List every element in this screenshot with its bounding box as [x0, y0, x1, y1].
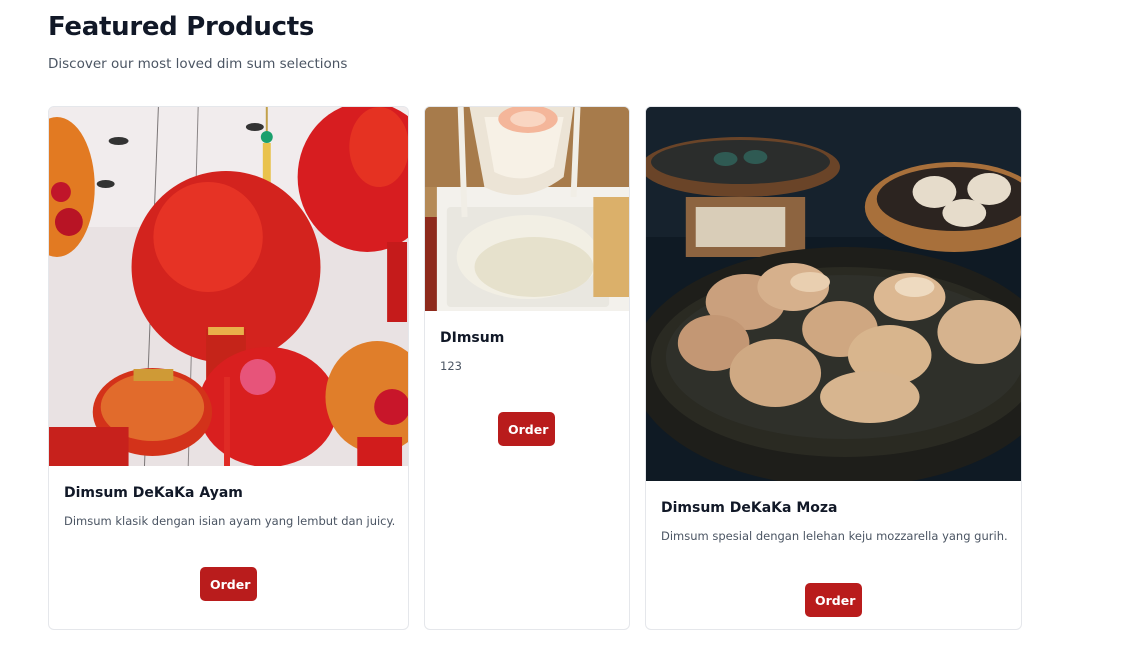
product-name: Dimsum DeKaKa Ayam: [64, 485, 243, 501]
order-button[interactable]: Order: [200, 567, 257, 601]
product-card: Dimsum DeKaKa Ayam Dimsum klasik dengan …: [48, 106, 409, 630]
product-image-dimsum-sauce: [425, 107, 629, 311]
product-image-lanterns: [49, 107, 408, 466]
product-name: DImsum: [440, 330, 505, 346]
section-subtitle: Discover our most loved dim sum selectio…: [48, 56, 348, 72]
product-description: Dimsum spesial dengan lelehan keju mozza…: [661, 529, 1008, 543]
product-description: 123: [440, 359, 462, 373]
order-button[interactable]: Order: [805, 583, 862, 617]
product-image-dumplings-steamer: [646, 107, 1021, 481]
product-card: DImsum 123 Order: [424, 106, 630, 630]
product-name: Dimsum DeKaKa Moza: [661, 500, 838, 516]
order-button[interactable]: Order: [498, 412, 555, 446]
featured-products-section: Featured Products Discover our most love…: [0, 0, 1133, 658]
product-card: Dimsum DeKaKa Moza Dimsum spesial dengan…: [645, 106, 1022, 630]
product-description: Dimsum klasik dengan isian ayam yang lem…: [64, 514, 396, 528]
section-title: Featured Products: [48, 12, 315, 42]
